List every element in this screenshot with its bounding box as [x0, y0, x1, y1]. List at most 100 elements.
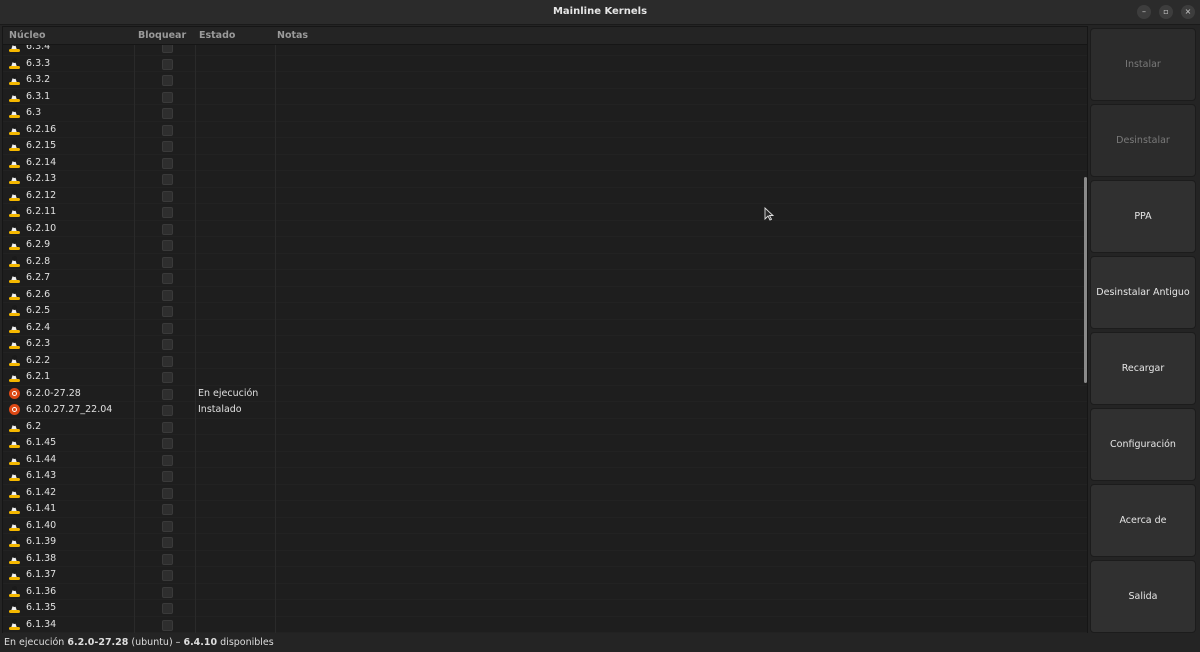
table-row[interactable]: 6.1.44 [3, 452, 1087, 468]
column-header-notas[interactable]: Notas [277, 27, 308, 44]
lock-checkbox[interactable] [162, 372, 173, 383]
table-row[interactable]: 6.2.5 [3, 303, 1087, 320]
table-row[interactable]: 6.1.45 [3, 435, 1087, 452]
table-row[interactable]: 6.2.9 [3, 237, 1087, 254]
table-row[interactable]: 6.2.12 [3, 188, 1087, 204]
table-row[interactable]: 6.1.38 [3, 551, 1087, 567]
tux-icon [9, 453, 20, 465]
lock-checkbox[interactable] [162, 570, 173, 581]
instalar-button[interactable]: Instalar [1090, 28, 1196, 101]
salida-button[interactable]: Salida [1090, 560, 1196, 633]
table-row[interactable]: 6.1.39 [3, 534, 1087, 551]
lock-checkbox[interactable] [162, 190, 173, 202]
kernel-version: 6.1.44 [26, 453, 57, 465]
lock-checkbox[interactable] [162, 256, 173, 268]
lock-checkbox[interactable] [162, 207, 173, 218]
acerca-de-button[interactable]: Acerca de [1090, 484, 1196, 557]
table-row[interactable]: 6.2.10 [3, 221, 1087, 237]
table-row[interactable]: 6.2.15 [3, 138, 1087, 155]
lock-checkbox[interactable] [162, 108, 173, 119]
lock-checkbox[interactable] [162, 223, 173, 235]
lock-checkbox[interactable] [162, 339, 173, 350]
lock-checkbox[interactable] [162, 537, 173, 548]
kernel-version: 6.1.42 [26, 486, 57, 498]
minimize-icon[interactable]: – [1137, 5, 1151, 19]
table-row[interactable]: 6.2 [3, 419, 1087, 435]
table-row[interactable]: 6.2.8 [3, 254, 1087, 270]
table-row[interactable]: 6.1.36 [3, 584, 1087, 600]
desinstalar-button[interactable]: Desinstalar [1090, 104, 1196, 177]
table-row[interactable]: 6.2.3 [3, 336, 1087, 353]
column-header-bloquear[interactable]: Bloquear [138, 27, 186, 44]
table-row[interactable]: 6.1.34 [3, 617, 1087, 633]
table-row[interactable]: 6.2.6 [3, 287, 1087, 303]
kernel-version: 6.2.6 [26, 288, 51, 300]
lock-checkbox[interactable] [162, 619, 173, 631]
kernel-version: 6.2.7 [26, 272, 51, 283]
table-row[interactable]: 6.2.16 [3, 122, 1087, 138]
table-row[interactable]: 6.3.1 [3, 89, 1087, 105]
table-row[interactable]: 6.2.14 [3, 155, 1087, 171]
lock-checkbox[interactable] [162, 124, 173, 136]
table-row[interactable]: 6.2.4 [3, 320, 1087, 336]
configuracion-button[interactable]: Configuración [1090, 408, 1196, 481]
close-icon[interactable]: × [1181, 5, 1195, 19]
lock-checkbox[interactable] [162, 174, 173, 185]
table-row[interactable]: 6.3.3 [3, 56, 1087, 72]
table-row[interactable]: 6.2.1 [3, 369, 1087, 386]
table-row[interactable]: 6.2.7 [3, 270, 1087, 287]
ppa-button[interactable]: PPA [1090, 180, 1196, 253]
table-row[interactable]: 6.2.0.27.27_22.04 Instalado [3, 402, 1087, 419]
lock-checkbox[interactable] [162, 438, 173, 449]
tux-icon [9, 602, 20, 613]
table-row[interactable]: 6.2.0-27.28 En ejecución [3, 386, 1087, 402]
lock-checkbox[interactable] [162, 141, 173, 152]
column-header-nucleo[interactable]: Núcleo [9, 27, 46, 44]
column-divider [134, 44, 135, 633]
kernel-status: Instalado [198, 404, 242, 415]
table-row[interactable]: 6.1.42 [3, 485, 1087, 501]
lock-checkbox[interactable] [162, 388, 173, 400]
lock-checkbox[interactable] [162, 289, 173, 301]
lock-checkbox[interactable] [162, 454, 173, 466]
lock-checkbox[interactable] [162, 58, 173, 70]
lock-checkbox[interactable] [162, 75, 173, 86]
table-row[interactable]: 6.1.43 [3, 468, 1087, 485]
kernel-list[interactable]: Núcleo Bloquear Estado Notas 6.3.4 6.3.3 6… [2, 26, 1088, 634]
lock-checkbox[interactable] [162, 520, 173, 532]
lock-checkbox[interactable] [162, 421, 173, 433]
table-row[interactable]: 6.2.11 [3, 204, 1087, 221]
lock-checkbox[interactable] [162, 355, 173, 367]
kernel-version: 6.2.13 [26, 173, 57, 184]
tux-icon [9, 569, 20, 580]
lock-checkbox[interactable] [162, 91, 173, 103]
table-row[interactable]: 6.2.13 [3, 171, 1087, 188]
ubuntu-icon [9, 387, 20, 399]
tux-icon [9, 239, 20, 250]
lock-checkbox[interactable] [162, 487, 173, 499]
lock-checkbox[interactable] [162, 553, 173, 565]
restore-icon[interactable]: ▫ [1159, 5, 1173, 19]
lock-checkbox[interactable] [162, 240, 173, 251]
lock-checkbox[interactable] [162, 306, 173, 317]
table-row[interactable]: 6.3.2 [3, 72, 1087, 89]
column-header-estado[interactable]: Estado [199, 27, 235, 44]
lock-checkbox[interactable] [162, 405, 173, 416]
lock-checkbox[interactable] [162, 273, 173, 284]
table-row[interactable]: 6.3 [3, 105, 1087, 122]
vertical-scrollbar[interactable] [1084, 177, 1087, 383]
table-row[interactable]: 6.1.41 [3, 501, 1087, 518]
lock-checkbox[interactable] [162, 322, 173, 334]
lock-checkbox[interactable] [162, 471, 173, 482]
table-row[interactable]: 6.1.40 [3, 518, 1087, 534]
lock-checkbox[interactable] [162, 603, 173, 614]
recargar-button[interactable]: Recargar [1090, 332, 1196, 405]
table-row[interactable]: 6.2.2 [3, 353, 1087, 369]
desinstalar-antiguo-button[interactable]: Desinstalar Antiguo [1090, 256, 1196, 329]
tux-icon [9, 486, 20, 498]
lock-checkbox[interactable] [162, 586, 173, 598]
lock-checkbox[interactable] [162, 157, 173, 169]
lock-checkbox[interactable] [162, 504, 173, 515]
table-row[interactable]: 6.1.35 [3, 600, 1087, 617]
table-row[interactable]: 6.1.37 [3, 567, 1087, 584]
